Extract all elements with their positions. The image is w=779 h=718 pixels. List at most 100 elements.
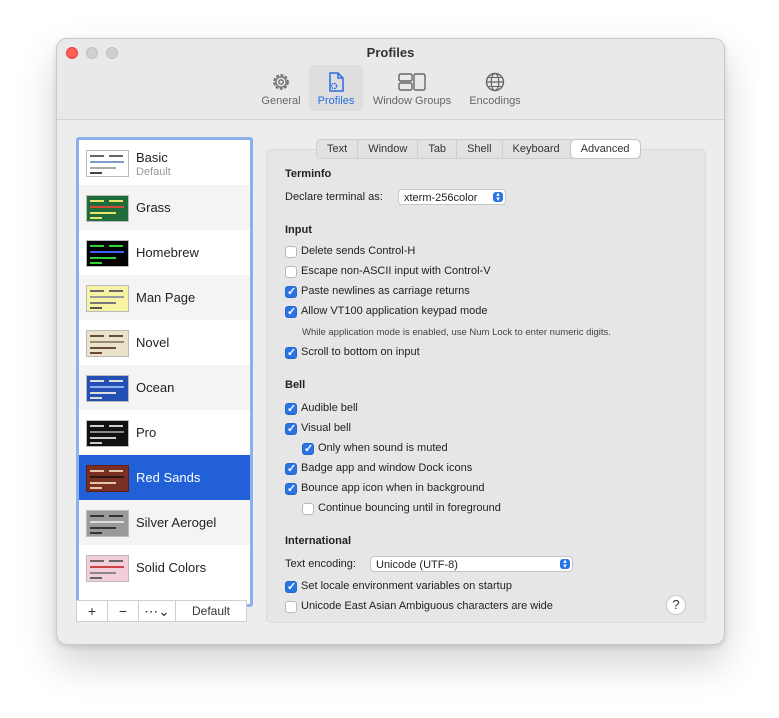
vt100-keypad-note: While application mode is enabled, use N… — [302, 327, 611, 338]
window-title: Profiles — [366, 45, 415, 60]
settings-tabs: Text Window Tab Shell Keyboard Advanced — [316, 139, 641, 159]
profiles-window: Profiles General Profiles Window Groups … — [56, 38, 725, 645]
profile-thumbnail — [86, 510, 129, 537]
popup-arrows-icon: ▴ ▾ — [560, 558, 570, 570]
audible-bell-label: Audible bell — [301, 402, 358, 414]
delete-ctrl-h-checkbox[interactable] — [285, 246, 297, 258]
tab-tab[interactable]: Tab — [418, 140, 458, 158]
profile-list[interactable]: Basic Default Grass Homebrew Man Page No… — [76, 137, 253, 607]
profile-name: Silver Aerogel — [136, 515, 217, 530]
toolbar-general[interactable]: General — [257, 65, 305, 111]
more-actions-button[interactable]: ⋯⌄ — [139, 601, 176, 621]
profile-name: Pro — [136, 425, 157, 440]
only-when-muted-checkbox[interactable] — [302, 442, 314, 455]
paste-newlines-checkbox[interactable] — [285, 285, 297, 298]
text-encoding-popup[interactable]: Unicode (UTF-8) ▴ ▾ — [370, 556, 573, 572]
bell-heading: Bell — [285, 379, 306, 391]
continue-bouncing-checkbox[interactable] — [302, 503, 314, 515]
toolbar-window-groups[interactable]: Window Groups — [369, 65, 455, 111]
remove-profile-button[interactable]: − — [108, 601, 139, 621]
only-when-muted-label: Only when sound is muted — [318, 442, 448, 454]
toolbar-window-groups-label: Window Groups — [372, 95, 452, 107]
paste-newlines-label: Paste newlines as carriage returns — [301, 285, 470, 297]
globe-icon — [485, 72, 505, 92]
profile-thumbnail — [86, 420, 129, 447]
profile-name: Man Page — [136, 290, 196, 305]
east-asian-wide-label: Unicode East Asian Ambiguous characters … — [301, 600, 553, 612]
toolbar-profiles[interactable]: Profiles — [309, 65, 363, 111]
declare-terminal-label: Declare terminal as: — [285, 191, 383, 203]
profile-list-buttons: + − ⋯⌄ Default — [76, 600, 247, 622]
scroll-bottom-label: Scroll to bottom on input — [301, 346, 420, 358]
toolbar-encodings[interactable]: Encodings — [461, 65, 529, 111]
profile-name: Basic — [136, 150, 168, 165]
titlebar: Profiles General Profiles Window Groups … — [57, 39, 724, 120]
profile-row-pro[interactable]: Pro — [79, 410, 250, 455]
profile-row-ocean[interactable]: Ocean — [79, 365, 250, 410]
badge-dock-label: Badge app and window Dock icons — [301, 462, 473, 474]
text-encoding-value: Unicode (UTF-8) — [376, 559, 458, 571]
profile-row-grass[interactable]: Grass — [79, 185, 250, 230]
declare-terminal-popup[interactable]: xterm-256color ▴ ▾ — [398, 189, 506, 205]
visual-bell-label: Visual bell — [301, 422, 351, 434]
profile-thumbnail — [86, 330, 129, 357]
profile-name: Red Sands — [136, 470, 201, 485]
profile-thumbnail — [86, 195, 129, 222]
profile-document-icon — [329, 72, 344, 92]
profile-default-label: Default — [136, 166, 171, 178]
set-default-button[interactable]: Default — [176, 601, 246, 621]
vt100-keypad-label: Allow VT100 application keypad mode — [301, 305, 488, 317]
profile-row-novel[interactable]: Novel — [79, 320, 250, 365]
tab-keyboard[interactable]: Keyboard — [503, 140, 571, 158]
popup-arrows-icon: ▴ ▾ — [493, 191, 503, 203]
tab-window[interactable]: Window — [358, 140, 419, 158]
toolbar-profiles-label: Profiles — [317, 95, 355, 107]
audible-bell-checkbox[interactable] — [285, 402, 297, 415]
profile-name: Novel — [136, 335, 170, 350]
escape-non-ascii-label: Escape non-ASCII input with Control-V — [301, 265, 491, 277]
escape-non-ascii-checkbox[interactable] — [285, 266, 297, 278]
profile-row-homebrew[interactable]: Homebrew — [79, 230, 250, 275]
profile-name: Ocean — [136, 380, 175, 395]
set-locale-label: Set locale environment variables on star… — [301, 580, 512, 592]
gear-icon — [273, 74, 289, 90]
profile-row-solid-colors[interactable]: Solid Colors — [79, 545, 250, 590]
toolbar-encodings-label: Encodings — [469, 95, 521, 107]
bounce-icon-checkbox[interactable] — [285, 482, 297, 495]
profile-row-basic[interactable]: Basic Default — [79, 140, 250, 185]
window-groups-icon — [398, 73, 426, 91]
delete-ctrl-h-label: Delete sends Control-H — [301, 245, 416, 257]
tab-text[interactable]: Text — [317, 140, 359, 158]
profile-row-man-page[interactable]: Man Page — [79, 275, 250, 320]
settings-panel — [266, 149, 706, 623]
profile-thumbnail — [86, 150, 129, 177]
profile-name: Grass — [136, 200, 171, 215]
continue-bouncing-label: Continue bouncing until in foreground — [318, 502, 501, 514]
profile-thumbnail — [86, 555, 129, 582]
profile-name: Solid Colors — [136, 560, 207, 575]
text-encoding-label: Text encoding: — [285, 558, 356, 570]
profile-name: Homebrew — [136, 245, 199, 260]
add-profile-button[interactable]: + — [77, 601, 108, 621]
badge-dock-checkbox[interactable] — [285, 462, 297, 475]
scroll-bottom-checkbox[interactable] — [285, 346, 297, 359]
profile-thumbnail — [86, 240, 129, 267]
profile-thumbnail — [86, 465, 129, 492]
help-button[interactable]: ? — [666, 595, 686, 615]
toolbar-general-label: General — [261, 95, 301, 107]
east-asian-wide-checkbox[interactable] — [285, 601, 297, 613]
international-heading: International — [285, 535, 352, 547]
vt100-keypad-checkbox[interactable] — [285, 305, 297, 318]
tab-advanced[interactable]: Advanced — [570, 140, 640, 158]
bounce-icon-label: Bounce app icon when in background — [301, 482, 485, 494]
terminfo-heading: Terminfo — [285, 168, 332, 180]
declare-terminal-value: xterm-256color — [404, 192, 478, 204]
visual-bell-checkbox[interactable] — [285, 422, 297, 435]
tab-shell[interactable]: Shell — [457, 140, 503, 158]
profile-thumbnail — [86, 285, 129, 312]
set-locale-checkbox[interactable] — [285, 580, 297, 593]
profile-row-red-sands[interactable]: Red Sands — [79, 455, 250, 500]
input-heading: Input — [285, 224, 312, 236]
profile-thumbnail — [86, 375, 129, 402]
profile-row-silver-aerogel[interactable]: Silver Aerogel — [79, 500, 250, 545]
